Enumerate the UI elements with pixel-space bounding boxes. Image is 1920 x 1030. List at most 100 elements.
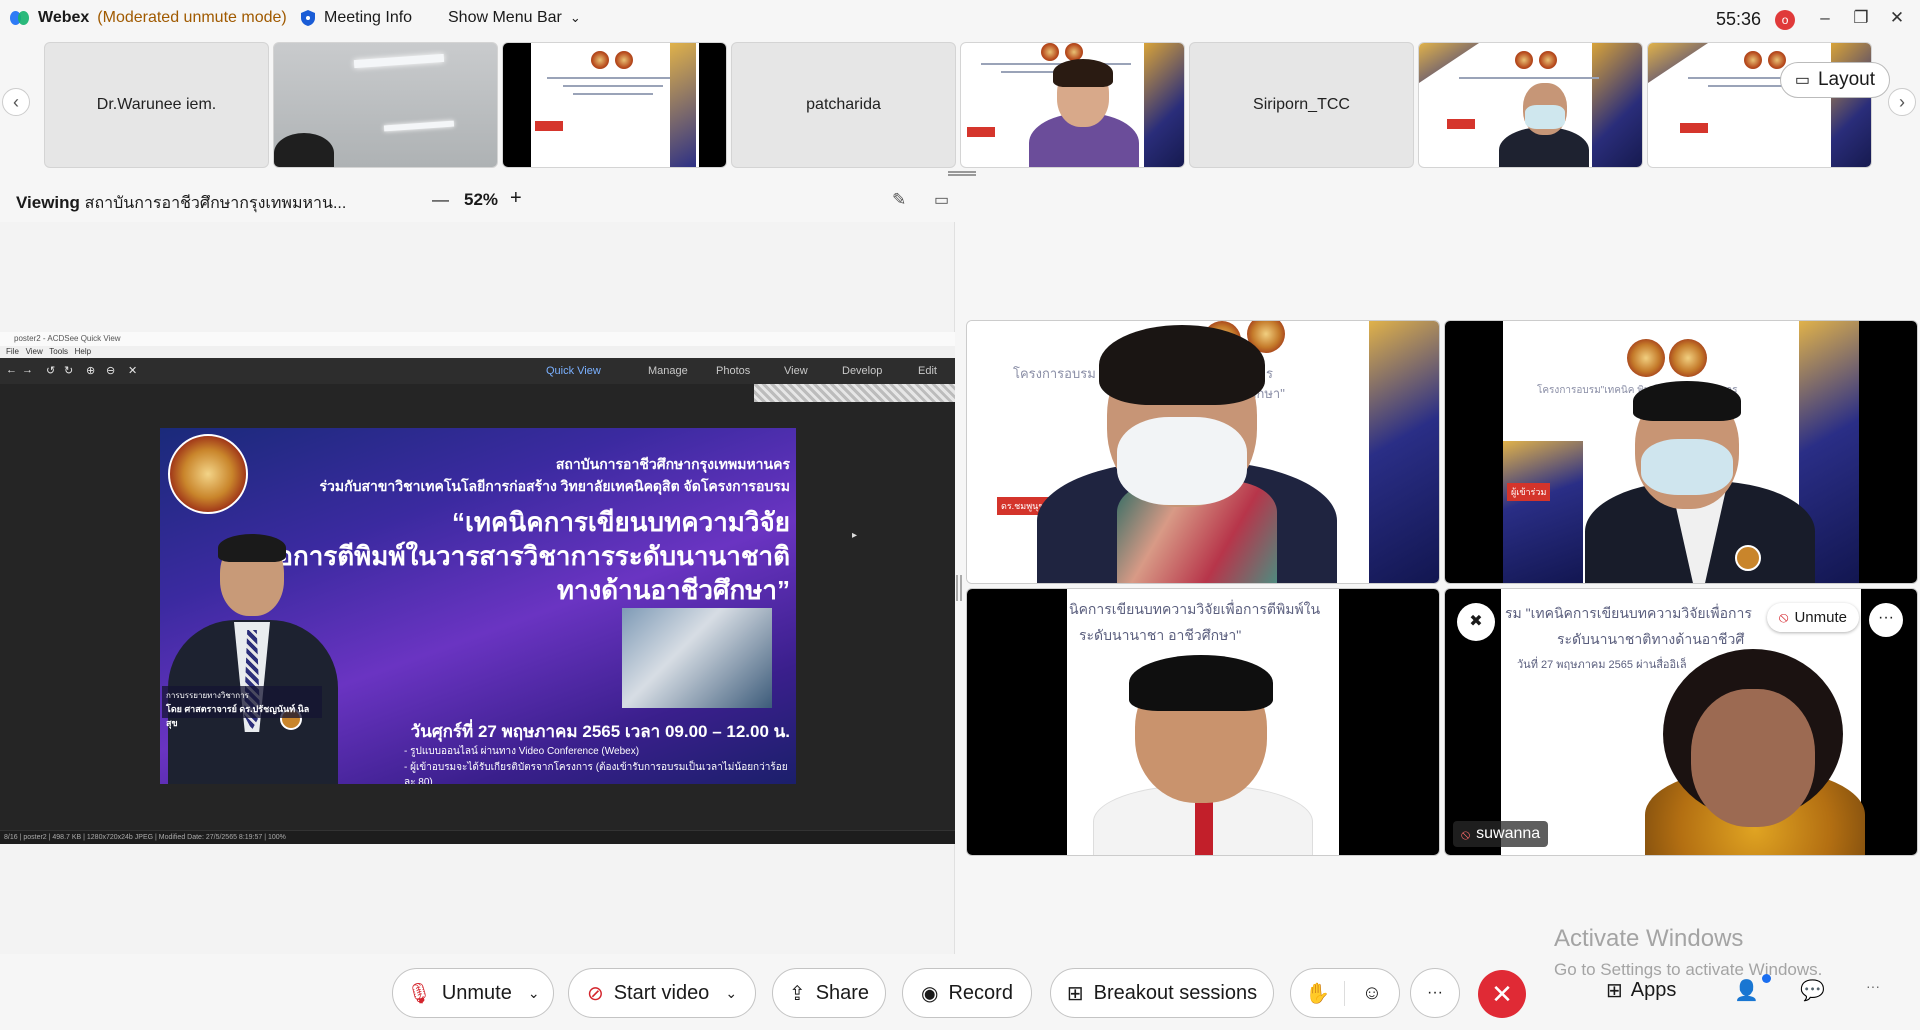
video-tile[interactable]: โครงการอบรม"เทคนิค พิมพ์ในวารสารวิชาการ … bbox=[1444, 320, 1918, 584]
share-options-icon[interactable]: ▭ bbox=[934, 190, 949, 210]
annotate-icon[interactable]: ✎ bbox=[892, 190, 906, 210]
tile-more-options-icon[interactable]: ··· bbox=[1869, 603, 1903, 637]
participant-thumb[interactable]: patcharida bbox=[731, 42, 956, 168]
participant-thumb[interactable] bbox=[273, 42, 498, 168]
mode-view[interactable]: View bbox=[784, 365, 808, 377]
video-tile[interactable]: โครงการอบรม "เ การตีพิมพ์ในวารสารวิชาการ… bbox=[966, 320, 1440, 584]
tile-unmute-button[interactable]: ⦸ Unmute bbox=[1766, 603, 1859, 632]
poster-org: สถาบันการอาชีวศึกษากรุงเทพมหานคร bbox=[555, 456, 790, 472]
record-icon: ◉ bbox=[921, 982, 939, 1005]
speaker-name: โดย ศาสตราจารย์ ดร.ปรัชญนันท์ นิลสุข bbox=[166, 704, 310, 728]
video-tile[interactable]: นิคการเขียนบทความวิจัยเพื่อการตีพิมพ์ใน … bbox=[966, 588, 1440, 856]
poster-bullet-1: - รูปแบบออนไลน์ ผ่านทาง Video Conference… bbox=[404, 746, 640, 757]
leave-meeting-icon[interactable]: ✕ bbox=[1478, 970, 1526, 1018]
more-panels-icon[interactable]: ··· bbox=[1866, 978, 1880, 994]
filmstrip-next-icon[interactable]: › bbox=[1888, 88, 1916, 116]
rotate-right-icon[interactable]: ↻ bbox=[64, 364, 73, 377]
breakout-sessions-button[interactable]: ⊞ Breakout sessions bbox=[1050, 968, 1274, 1018]
participant-thumb[interactable] bbox=[1418, 42, 1643, 168]
start-video-button[interactable]: ⊘ Start video ⌄ bbox=[568, 968, 756, 1018]
pin-icon[interactable]: ✖ bbox=[1457, 603, 1495, 641]
viewing-label: Viewing สถาบันการอาชีวศึกษากรุงเทพมหาน..… bbox=[16, 191, 346, 216]
zoom-in-button[interactable]: + bbox=[510, 187, 522, 210]
title-bar: Webex (Moderated unmute mode) Meeting In… bbox=[0, 0, 1920, 38]
activate-windows-watermark: Activate Windows bbox=[1554, 925, 1744, 952]
participant-thumb[interactable] bbox=[502, 42, 727, 168]
restore-icon[interactable]: ❐ bbox=[1846, 6, 1876, 30]
menu-item[interactable]: Tools bbox=[49, 347, 68, 356]
participant-thumb[interactable]: Siriporn_TCC bbox=[1189, 42, 1414, 168]
mode-edit[interactable]: Edit bbox=[918, 365, 937, 377]
zoom-out-icon[interactable]: ⊖ bbox=[106, 364, 115, 377]
layout-label: Layout bbox=[1817, 69, 1875, 90]
reactions-icon[interactable]: ☺ bbox=[1345, 982, 1399, 1005]
tile-slide-tag: ผู้เข้าร่วม bbox=[1507, 483, 1551, 501]
mode-photos[interactable]: Photos bbox=[716, 365, 750, 377]
unmute-button[interactable]: 🎙 Unmute ⌄ bbox=[392, 968, 554, 1018]
forward-icon[interactable]: → bbox=[22, 364, 33, 376]
breakout-icon: ⊞ bbox=[1066, 982, 1084, 1005]
zoom-out-button[interactable]: — bbox=[432, 190, 449, 210]
minimize-icon[interactable]: – bbox=[1810, 6, 1840, 30]
poster-image: สถาบันการอาชีวศึกษากรุงเทพมหานคร ร่วมกับ… bbox=[160, 428, 796, 784]
acdsee-title: poster2 - ACDSee Quick View bbox=[0, 332, 955, 346]
meeting-info-button[interactable]: Meeting Info bbox=[300, 9, 412, 27]
raise-hand-icon[interactable]: ✋ bbox=[1291, 980, 1345, 1006]
share-button[interactable]: ⇪ Share bbox=[772, 968, 886, 1018]
chevron-down-icon[interactable]: ⌄ bbox=[528, 985, 540, 1002]
apps-button[interactable]: ⊞ Apps bbox=[1606, 978, 1676, 1003]
chevron-down-icon[interactable]: ⌄ bbox=[725, 985, 737, 1002]
mode-develop[interactable]: Develop bbox=[842, 365, 882, 377]
tile-slide-text: ระดับนานาชาติทางด้านอาชีวศึ bbox=[1557, 631, 1745, 647]
menu-item[interactable]: File bbox=[6, 347, 19, 356]
app-title: Webex (Moderated unmute mode) bbox=[10, 9, 287, 27]
show-menu-bar-button[interactable]: Show Menu Bar ⌄ bbox=[448, 9, 581, 27]
tile-slide-text: นิคการเขียนบทความวิจัยเพื่อการตีพิมพ์ใน bbox=[1069, 601, 1321, 617]
menu-item[interactable]: View bbox=[26, 347, 43, 356]
poster-photo bbox=[622, 608, 772, 708]
participant-name: patcharida bbox=[806, 96, 881, 113]
mode-manage[interactable]: Manage bbox=[648, 365, 688, 377]
mode-quick-view[interactable]: Quick View bbox=[546, 365, 601, 377]
webex-logo-icon bbox=[10, 10, 30, 26]
share-label: Share bbox=[815, 981, 870, 1004]
speaker-role: การบรรยายทางวิชาการ bbox=[166, 691, 249, 700]
participant-thumb[interactable] bbox=[960, 42, 1185, 168]
video-off-icon: ⊘ bbox=[586, 982, 604, 1005]
record-button[interactable]: ◉ Record bbox=[902, 968, 1032, 1018]
filmstrip-resize-handle[interactable] bbox=[948, 171, 976, 176]
video-tile[interactable]: รม "เทคนิคการเขียนบทความวิจัยเพื่อการ ระ… bbox=[1444, 588, 1918, 856]
mic-muted-icon: ⦸ bbox=[1778, 609, 1789, 626]
share-viewing-bar: Viewing สถาบันการอาชีวศึกษากรุงเทพมหาน..… bbox=[0, 180, 955, 222]
zoom-in-icon[interactable]: ⊕ bbox=[86, 364, 95, 377]
participant-thumb[interactable]: Dr.Warunee iem. bbox=[44, 42, 269, 168]
speaker-caption: การบรรยายทางวิชาการ โดย ศาสตราจารย์ ดร.ป… bbox=[162, 686, 322, 728]
meeting-controls: 🎙 Unmute ⌄ ⊘ Start video ⌄ ⇪ Share ◉ Rec… bbox=[0, 960, 1920, 1030]
pane-resize-handle[interactable] bbox=[956, 575, 962, 601]
breakout-label: Breakout sessions bbox=[1093, 981, 1258, 1004]
viewing-prefix: Viewing bbox=[16, 193, 80, 212]
acdsee-window: poster2 - ACDSee Quick View File View To… bbox=[0, 332, 955, 844]
back-icon[interactable]: ← bbox=[6, 364, 17, 376]
acdsee-status-bar: 8/16 | poster2 | 498.7 KB | 1280x720x24b… bbox=[0, 830, 955, 844]
close-icon[interactable]: ✕ bbox=[128, 364, 137, 377]
participants-icon[interactable]: 👤 bbox=[1734, 978, 1759, 1003]
acdsee-menu-bar: File View Tools Help bbox=[0, 346, 955, 358]
layout-icon: ▭ bbox=[1794, 72, 1810, 89]
more-options-label: ··· bbox=[1427, 984, 1443, 1001]
meeting-timer: 55:36 o bbox=[1716, 9, 1796, 30]
chevron-down-icon: ⌄ bbox=[569, 10, 581, 25]
mic-muted-icon: 🎙 bbox=[406, 982, 432, 1005]
redacted-region bbox=[754, 384, 955, 402]
close-icon[interactable]: ✕ bbox=[1882, 6, 1912, 30]
participant-thumb[interactable] bbox=[1647, 42, 1872, 168]
layout-button[interactable]: ▭ Layout bbox=[1779, 62, 1890, 98]
more-options-button[interactable]: ··· bbox=[1410, 968, 1460, 1018]
menu-item[interactable]: Help bbox=[75, 347, 91, 356]
rotate-left-icon[interactable]: ↺ bbox=[46, 364, 55, 377]
shared-content-area: poster2 - ACDSee Quick View File View To… bbox=[0, 222, 955, 954]
chat-icon[interactable]: 💬 bbox=[1800, 978, 1825, 1003]
filmstrip-prev-icon[interactable]: ‹ bbox=[2, 88, 30, 116]
tile-slide-text: ระดับนานาชา อาชีวศึกษา" bbox=[1079, 627, 1242, 643]
zoom-level: 52% bbox=[464, 190, 499, 209]
